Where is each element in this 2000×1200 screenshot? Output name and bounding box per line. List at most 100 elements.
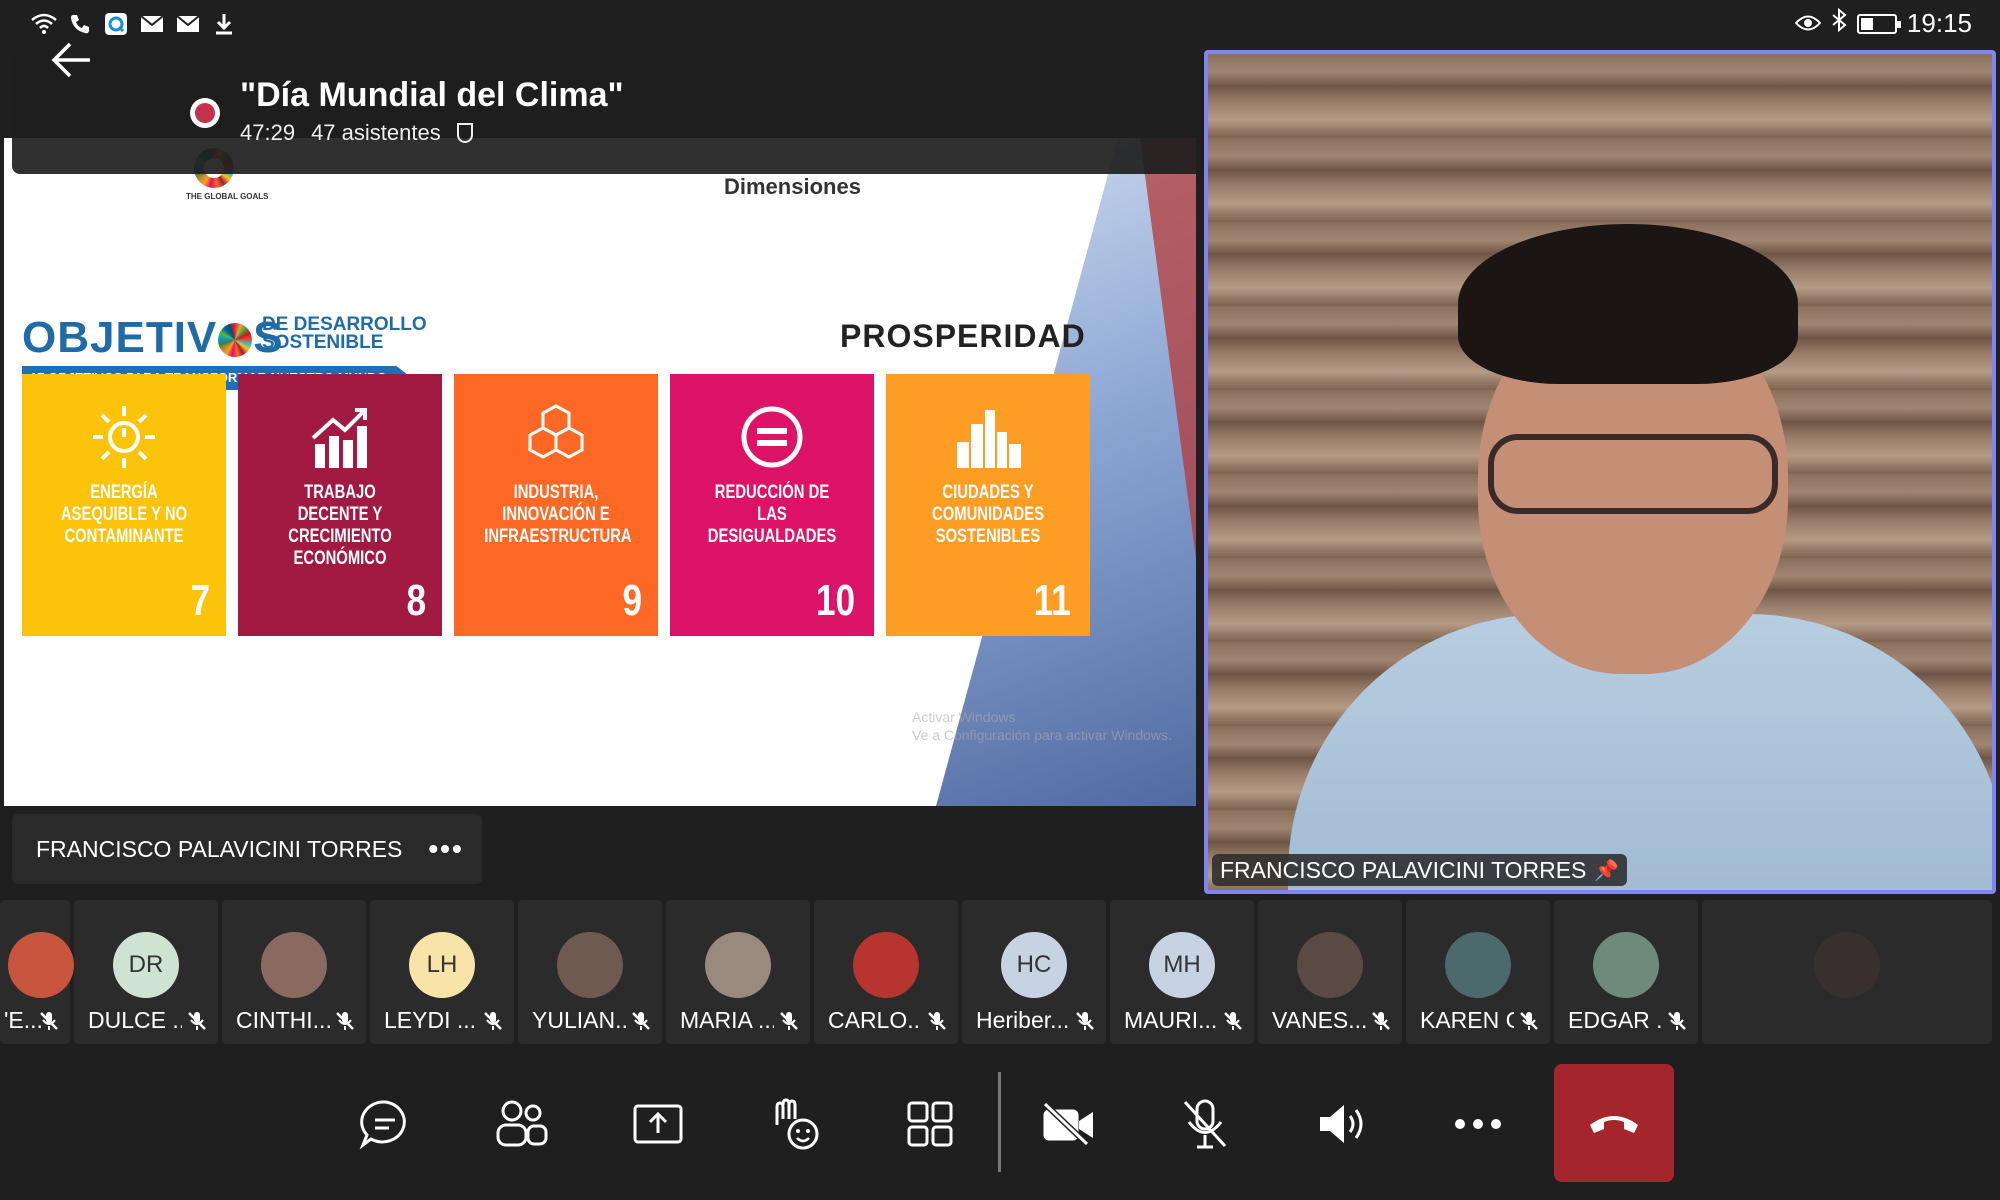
- mute-button[interactable]: [1173, 1092, 1237, 1156]
- phone-icon: [66, 10, 94, 38]
- camera-off-icon: [1042, 1101, 1093, 1147]
- battery-icon: [1856, 13, 1901, 34]
- mic-off-icon: [928, 1012, 946, 1030]
- sdg-tile-8: TRABAJO DECENTE Y CRECIMIENTO ECONÓMICO …: [238, 374, 442, 636]
- mic-off-icon: [1076, 1012, 1094, 1030]
- mail-icon: [174, 10, 202, 38]
- camera-toggle-button[interactable]: [1037, 1092, 1101, 1156]
- status-bar-left-icons: [30, 10, 238, 38]
- share-button[interactable]: [626, 1092, 690, 1156]
- chat-icon: [359, 1100, 406, 1150]
- sdg-tile-10: REDUCCIÓN DE LAS DESIGUALDADES 10: [670, 374, 874, 636]
- chat-button[interactable]: [353, 1092, 417, 1156]
- participant-name: Heriber...: [976, 1007, 1070, 1033]
- pin-icon[interactable]: 📌: [1594, 858, 1619, 883]
- eye-icon: [1794, 8, 1822, 39]
- participants-strip[interactable]: 'E... DR DULCE ... CINTHI... LH LEYDI ..…: [0, 900, 2000, 1046]
- speaker-video[interactable]: FRANCISCO PALAVICINI TORRES 📌: [1204, 50, 1996, 894]
- bluetooth-icon: [1831, 7, 1847, 39]
- mic-off-icon: [1224, 1012, 1242, 1030]
- ods-subtitle: DE DESARROLLO SOSTENIBLE: [262, 315, 427, 353]
- avatar: [8, 932, 74, 998]
- avatar: [261, 932, 327, 998]
- presenter-tag: FRANCISCO PALAVICINI TORRES •••: [12, 814, 482, 884]
- hang-up-icon: [1590, 1116, 1638, 1133]
- more-options-icon[interactable]: •••: [428, 833, 463, 865]
- participant-tile[interactable]: [1702, 900, 1992, 1044]
- watermark-line: Ve a Configuración para activar Windows.: [912, 727, 1172, 743]
- mic-off-icon: [1183, 1099, 1227, 1149]
- avatar: [1445, 932, 1511, 998]
- download-icon: [210, 10, 238, 38]
- ods-wheel-o: [218, 323, 253, 358]
- global-goals-logo-text: THE GLOBAL GOALS: [186, 192, 269, 201]
- clock: 19:15: [1906, 8, 1972, 38]
- participant-name: KAREN G: [1420, 1007, 1514, 1033]
- ods-title: OBJETIV S: [22, 313, 284, 363]
- shared-slide: THE GLOBAL GOALS Dimensiones OBJETIV S DE…: [4, 138, 1196, 806]
- mic-off-icon: [336, 1012, 354, 1030]
- mic-off-icon: [1372, 1012, 1390, 1030]
- back-arrow-icon[interactable]: [50, 40, 110, 84]
- participant-tile[interactable]: MH MAURI...: [1110, 900, 1254, 1044]
- participant-tile[interactable]: MARIA ...: [666, 900, 810, 1044]
- participant-name: CINTHI...: [236, 1007, 330, 1033]
- slide-header: Dimensiones: [724, 174, 861, 199]
- participant-name: CARLO...: [828, 1007, 922, 1033]
- participant-tile[interactable]: YULIAN...: [518, 900, 662, 1044]
- sun-power-icon: [89, 402, 159, 472]
- participant-name: EDGAR ...: [1568, 1007, 1662, 1033]
- mic-off-icon: [40, 1012, 58, 1030]
- speaker-name: FRANCISCO PALAVICINI TORRES: [1220, 856, 1587, 883]
- participant-tile[interactable]: KAREN G: [1406, 900, 1550, 1044]
- sdg-tile-number: 8: [405, 576, 426, 625]
- meeting-title: "Día Mundial del Clima": [240, 76, 624, 114]
- mail-icon: [138, 10, 166, 38]
- participant-tile[interactable]: EDGAR ...: [1554, 900, 1698, 1044]
- avatar: [1593, 932, 1659, 998]
- participants-button[interactable]: [490, 1092, 554, 1156]
- hang-up-button[interactable]: [1554, 1064, 1674, 1182]
- avatar: DR: [113, 932, 179, 998]
- participant-name: MAURI...: [1124, 1007, 1218, 1033]
- participant-tile[interactable]: LH LEYDI ...: [370, 900, 514, 1044]
- participant-tile[interactable]: VANES...: [1258, 900, 1402, 1044]
- sdg-tile-number: 9: [621, 576, 642, 625]
- avatar: [705, 932, 771, 998]
- toolbar-divider: [998, 1072, 1001, 1172]
- app-icon: [102, 10, 130, 38]
- call-toolbar: [0, 1048, 2000, 1200]
- participant-tile[interactable]: CARLO...: [814, 900, 958, 1044]
- city-icon: [953, 402, 1023, 472]
- attendee-count: 47 asistentes: [311, 120, 441, 145]
- sdg-tile-number: 7: [189, 576, 210, 625]
- participant-name: DULCE ...: [88, 1007, 182, 1033]
- speaker-glasses: [1488, 434, 1778, 514]
- speaker-button[interactable]: [1310, 1092, 1374, 1156]
- view-layout-button[interactable]: [898, 1092, 962, 1156]
- avatar: [853, 932, 919, 998]
- participant-tile[interactable]: DR DULCE ...: [74, 900, 218, 1044]
- reactions-icon: [775, 1098, 819, 1150]
- sdg-tile-number: 10: [815, 576, 856, 625]
- reactions-button[interactable]: [762, 1092, 826, 1156]
- dimension-title: PROSPERIDAD: [840, 318, 1086, 354]
- shield-icon: [456, 123, 473, 143]
- speaker-hair: [1458, 224, 1798, 384]
- avatar: [1297, 932, 1363, 998]
- participant-tile[interactable]: 'E...: [0, 900, 74, 1044]
- sdg-tile-9: INDUSTRIA, INNOVACIÓN E INFRAESTRUCTURA …: [454, 374, 658, 636]
- mic-off-icon: [632, 1012, 650, 1030]
- status-bar-right: 19:15: [1794, 7, 1972, 39]
- participant-name: LEYDI ...: [384, 1007, 477, 1033]
- mic-off-icon: [1668, 1012, 1686, 1030]
- avatar: MH: [1149, 932, 1215, 998]
- sdg-tile-label: REDUCCIÓN DE LAS DESIGUALDADES: [707, 482, 837, 547]
- more-options-button[interactable]: [1446, 1092, 1510, 1156]
- windows-watermark: Activar Windows Ve a Configuración para …: [912, 708, 1172, 744]
- participant-name: YULIAN...: [532, 1007, 626, 1033]
- ods-subtitle-line: SOSTENIBLE: [262, 332, 384, 353]
- participant-tile[interactable]: HC Heriber...: [962, 900, 1106, 1044]
- participant-tile[interactable]: CINTHI...: [222, 900, 366, 1044]
- avatar: [557, 932, 623, 998]
